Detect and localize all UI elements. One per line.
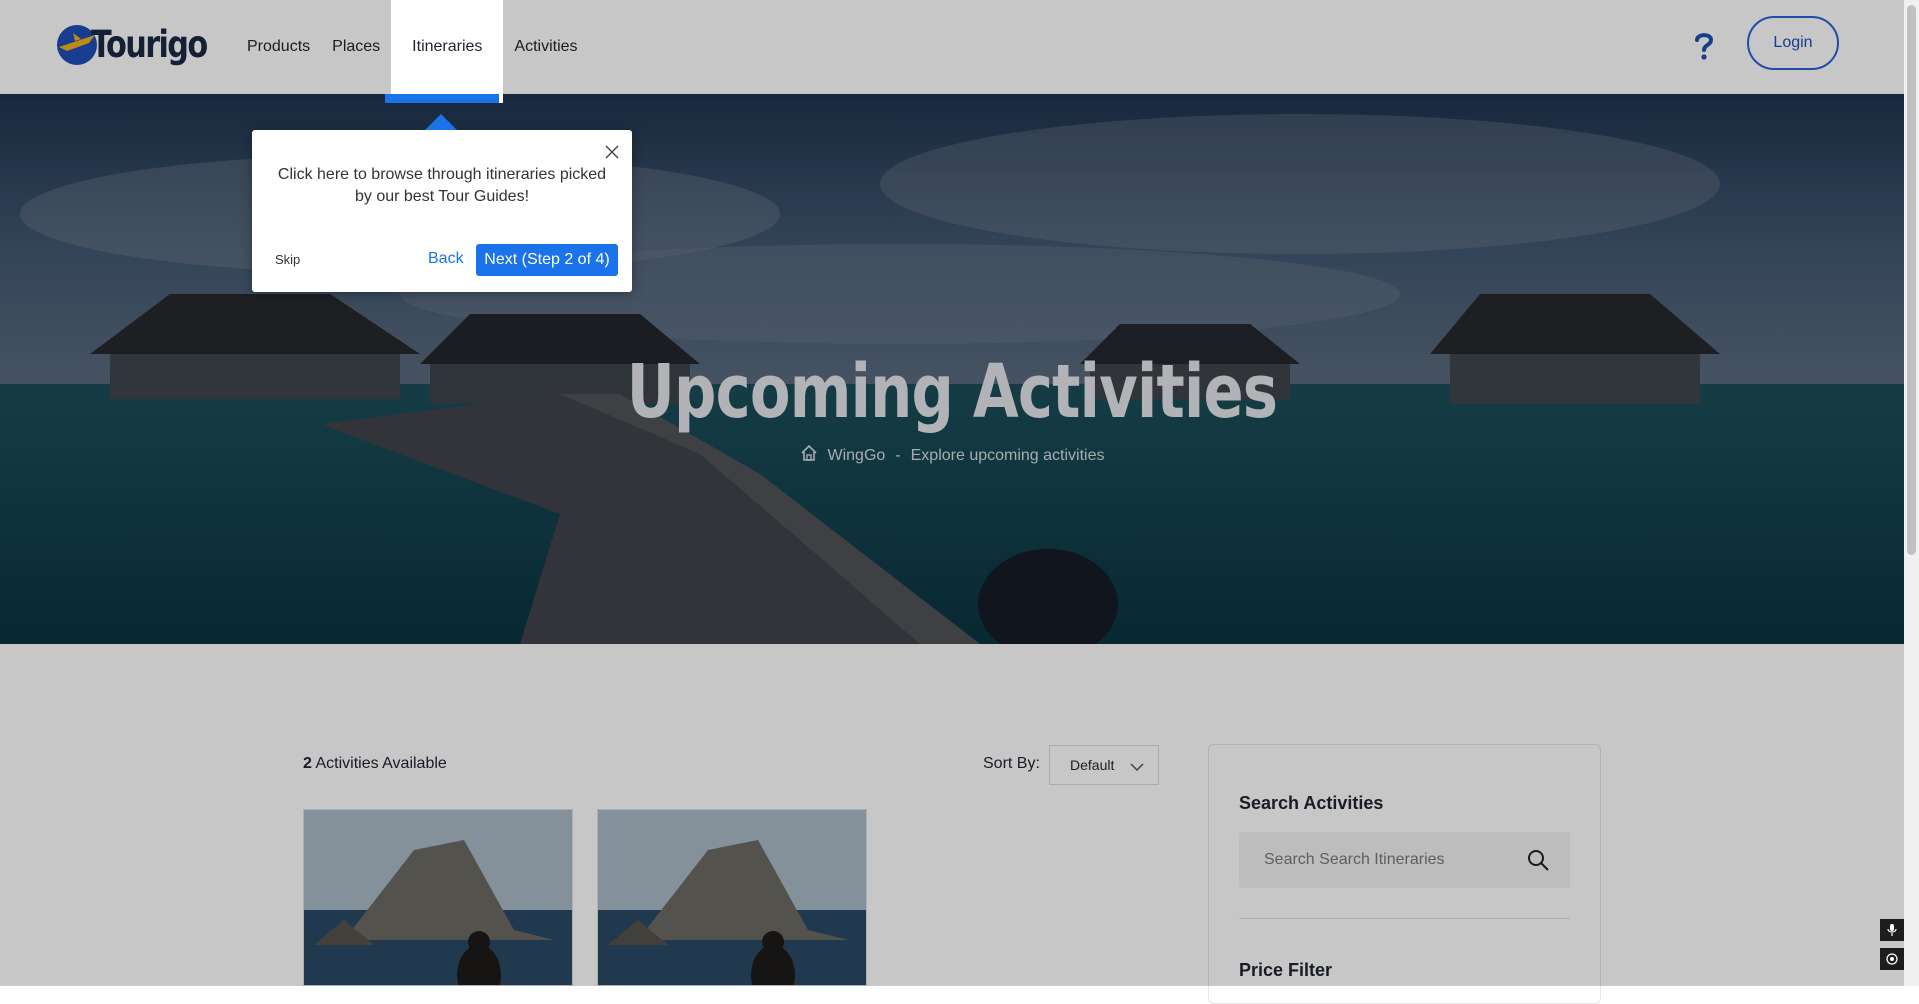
target-icon[interactable] [1880,948,1904,970]
page-title: Upcoming Activities [626,349,1278,435]
activity-card-image[interactable] [597,809,867,986]
scrollbar-thumb[interactable] [1907,5,1916,555]
results-count-number: 2 [303,755,312,772]
site-header: Tourigo Products Places Itineraries Acti… [0,0,1904,103]
login-button[interactable]: Login [1747,16,1839,70]
breadcrumb-current: Explore upcoming activities [910,446,1105,464]
logo-text: Tourigo [91,22,208,66]
tour-popover: Click here to browse through itineraries… [252,130,632,292]
nav-products[interactable]: Products [236,0,321,94]
nav-activities[interactable]: Activities [503,0,588,94]
activity-card-image[interactable] [303,809,573,986]
search-icon[interactable] [1526,848,1550,877]
breadcrumb-home-link[interactable]: WingGo [828,447,886,465]
close-icon[interactable] [602,142,622,162]
breadcrumb: WingGo - Explore upcoming activities [0,444,1904,467]
breadcrumb-separator: - [895,446,901,464]
nav-places[interactable]: Places [321,0,391,94]
home-icon [800,444,818,467]
tour-highlight [385,94,499,103]
sort-select-value: Default [1070,757,1115,773]
search-input[interactable] [1239,850,1536,870]
skip-button[interactable]: Skip [275,252,300,267]
microphone-icon[interactable] [1880,919,1904,941]
back-button[interactable]: Back [428,250,464,268]
results-count-label: Activities Available [315,755,447,772]
popover-arrow [425,114,457,130]
results-count: 2 Activities Available [303,755,447,773]
page-scrollbar[interactable] [1904,0,1919,986]
nav-itineraries[interactable]: Itineraries [391,0,504,103]
tour-message: Click here to browse through itineraries… [277,166,607,205]
next-step-button[interactable]: Next (Step 2 of 4) [476,244,618,276]
price-filter-heading: Price Filter [1239,960,1333,980]
sort-select[interactable]: Default [1049,745,1159,785]
sort-label: Sort By: [983,755,1040,772]
filter-sidebar: Search Activities Price Filter [1208,744,1601,1004]
search-heading: Search Activities [1239,793,1384,813]
main-nav: Products Places Itineraries Activities [236,0,589,103]
chevron-down-icon [1130,759,1144,775]
search-box [1239,832,1570,888]
question-mark-icon[interactable] [1690,26,1718,66]
divider [1239,918,1570,919]
logo[interactable]: Tourigo [55,20,232,68]
